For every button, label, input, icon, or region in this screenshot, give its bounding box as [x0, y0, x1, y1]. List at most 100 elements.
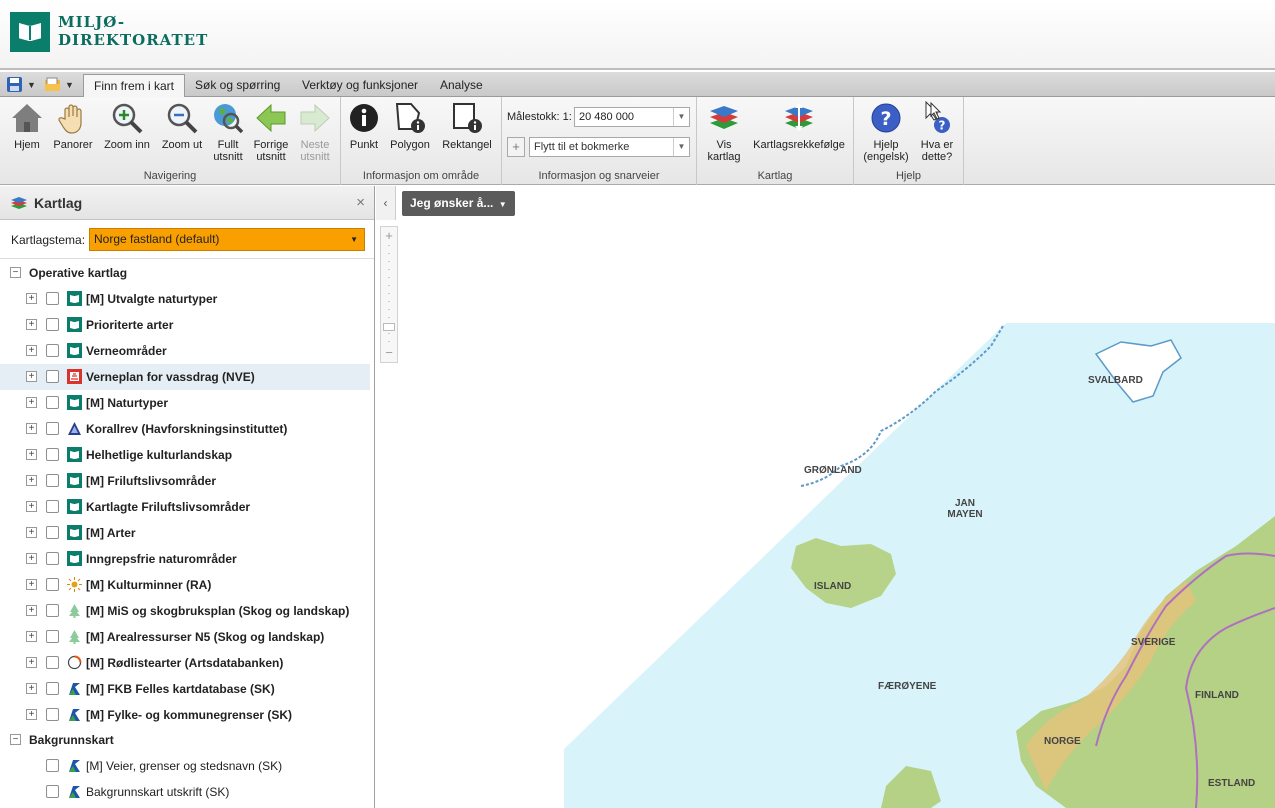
layer-row[interactable]: + Prioriterte arter: [0, 312, 372, 338]
layer-checkbox[interactable]: [46, 785, 59, 798]
layer-checkbox[interactable]: [46, 396, 59, 409]
next-extent-button[interactable]: Neste utsnitt: [295, 101, 335, 163]
map-canvas[interactable]: [376, 186, 1275, 808]
layer-row[interactable]: + [M] Friluftslivsområder: [0, 468, 372, 494]
layer-row[interactable]: + [M] Arealressurser N5 (Skog og landskap…: [0, 624, 372, 650]
expand-icon[interactable]: +: [26, 371, 37, 382]
section-title: Operative kartlag: [29, 266, 128, 280]
layer-row[interactable]: + Verneplan for vassdrag (NVE): [0, 364, 370, 390]
zoom-thumb[interactable]: [383, 323, 395, 331]
layer-row[interactable]: + [M] Arter: [0, 520, 372, 546]
layer-row[interactable]: + Korallrev (Havforskningsinstituttet): [0, 416, 372, 442]
layer-row[interactable]: + Verneområder: [0, 338, 372, 364]
expand-icon[interactable]: +: [26, 709, 37, 720]
close-icon[interactable]: ×: [356, 194, 365, 211]
info-polygon-button[interactable]: Polygon: [387, 101, 433, 151]
expand-icon[interactable]: +: [26, 397, 37, 408]
want-to-button[interactable]: Jeg ønsker å... ▼: [402, 191, 515, 216]
help-button[interactable]: ? Hjelp (engelsk): [860, 101, 912, 163]
previous-extent-label-2: utsnitt: [256, 151, 286, 163]
theme-select[interactable]: Norge fastland (default) ▼: [89, 228, 365, 251]
map-view[interactable]: ‹ Jeg ønsker å... ▼ + − SVALBARD GRØNLAN…: [376, 186, 1275, 808]
layer-checkbox[interactable]: [46, 422, 59, 435]
zoom-out-button[interactable]: Zoom ut: [157, 101, 207, 151]
tab-verktoy-og-funksjoner[interactable]: Verktøy og funksjoner: [292, 74, 428, 97]
layer-row[interactable]: [M] Veier, grenser og stedsnavn (SK): [0, 753, 372, 779]
expand-icon[interactable]: +: [26, 605, 37, 616]
layer-checkbox[interactable]: [46, 682, 59, 695]
expand-icon[interactable]: +: [26, 449, 37, 460]
tab-analyse[interactable]: Analyse: [430, 74, 493, 97]
layer-row[interactable]: + [M] Fylke- og kommunegrenser (SK): [0, 702, 372, 728]
layer-checkbox[interactable]: [46, 318, 59, 331]
layer-row[interactable]: + Kartlagte Friluftslivsområder: [0, 494, 372, 520]
zoom-minus-button[interactable]: −: [381, 345, 397, 360]
layer-row[interactable]: + [M] Utvalgte naturtyper: [0, 286, 372, 312]
layer-row[interactable]: + [M] MiS og skogbruksplan (Skog og lands…: [0, 598, 372, 624]
layer-checkbox[interactable]: [46, 448, 59, 461]
chevron-down-icon[interactable]: ▼: [673, 138, 689, 156]
previous-extent-button[interactable]: Forrige utsnitt: [251, 101, 291, 163]
layer-row[interactable]: + [M] Rødlistearter (Artsdatabanken): [0, 650, 372, 676]
expand-icon[interactable]: +: [26, 423, 37, 434]
expand-icon[interactable]: +: [26, 657, 37, 668]
expand-icon[interactable]: +: [26, 579, 37, 590]
expand-icon[interactable]: +: [26, 527, 37, 538]
expand-icon[interactable]: +: [26, 501, 37, 512]
layer-checkbox[interactable]: [46, 656, 59, 669]
add-bookmark-button[interactable]: +: [507, 137, 525, 157]
scale-combobox[interactable]: 20 480 000 ▼: [574, 107, 690, 127]
layer-order-button[interactable]: Kartlagsrekkefølge: [751, 101, 847, 151]
layer-checkbox[interactable]: [46, 474, 59, 487]
full-extent-button[interactable]: Fullt utsnitt: [209, 101, 247, 163]
layer-row[interactable]: + [M] FKB Felles kartdatabase (SK): [0, 676, 372, 702]
collapse-panel-button[interactable]: ‹: [376, 186, 396, 220]
layer-row[interactable]: + [M] Kulturminner (RA): [0, 572, 372, 598]
layer-checkbox[interactable]: [46, 552, 59, 565]
layer-checkbox[interactable]: [46, 344, 59, 357]
layer-checkbox[interactable]: [46, 578, 59, 591]
tree-section-background[interactable]: − Bakgrunnskart: [0, 727, 372, 753]
home-button[interactable]: Hjem: [6, 101, 48, 151]
layer-checkbox[interactable]: [46, 500, 59, 513]
tab-finn-frem-i-kart[interactable]: Finn frem i kart: [83, 74, 186, 98]
layer-checkbox[interactable]: [46, 759, 59, 772]
collapse-icon[interactable]: −: [10, 734, 21, 745]
bookmark-combobox[interactable]: Flytt til et bokmerke ▼: [529, 137, 690, 157]
expand-icon[interactable]: +: [26, 319, 37, 330]
scale-label: Målestokk: 1:: [507, 111, 572, 123]
globe-icon: [214, 104, 244, 134]
layer-checkbox[interactable]: [46, 708, 59, 721]
show-layers-button[interactable]: Vis kartlag: [703, 101, 745, 163]
layer-row[interactable]: + Helhetlige kulturlandskap: [0, 442, 372, 468]
map-label-faroyene: FÆRØYENE: [878, 681, 937, 692]
dropdown-arrow-icon: ▼: [27, 79, 36, 90]
expand-icon[interactable]: +: [26, 475, 37, 486]
print-menu-button[interactable]: ▼: [44, 75, 74, 94]
expand-icon[interactable]: +: [26, 553, 37, 564]
layer-checkbox[interactable]: [46, 526, 59, 539]
layer-row[interactable]: Bakgrunnskart utskrift (SK): [0, 779, 372, 805]
layer-row[interactable]: + Inngrepsfrie naturområder: [0, 546, 372, 572]
tree-section-operative[interactable]: − Operative kartlag: [0, 260, 372, 286]
zoom-in-button[interactable]: Zoom inn: [100, 101, 154, 151]
layer-checkbox[interactable]: [46, 604, 59, 617]
expand-icon[interactable]: +: [26, 345, 37, 356]
expand-icon[interactable]: +: [26, 683, 37, 694]
save-menu-button[interactable]: ▼: [6, 75, 36, 94]
tab-sok-og-sporring[interactable]: Søk og spørring: [185, 74, 290, 97]
info-point-button[interactable]: Punkt: [347, 101, 381, 151]
layer-checkbox[interactable]: [46, 630, 59, 643]
zoom-slider[interactable]: + −: [380, 226, 398, 363]
layer-checkbox[interactable]: [46, 292, 59, 305]
zoom-plus-button[interactable]: +: [381, 228, 397, 243]
zoom-in-label: Zoom inn: [104, 139, 150, 151]
collapse-icon[interactable]: −: [10, 267, 21, 278]
pan-button[interactable]: Panorer: [50, 101, 96, 151]
info-rectangle-button[interactable]: Rektangel: [439, 101, 495, 151]
layer-checkbox[interactable]: [46, 370, 59, 383]
expand-icon[interactable]: +: [26, 293, 37, 304]
chevron-down-icon[interactable]: ▼: [673, 108, 689, 126]
expand-icon[interactable]: +: [26, 631, 37, 642]
layer-row[interactable]: + [M] Naturtyper: [0, 390, 372, 416]
